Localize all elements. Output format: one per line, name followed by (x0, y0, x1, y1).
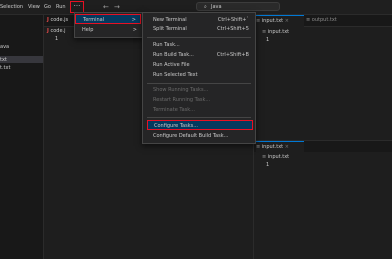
breadcrumb[interactable]: ≡ input.txt (262, 154, 289, 160)
menu-item-configure-tasks[interactable]: Configure Tasks... (147, 120, 253, 130)
text-file-icon: ≡ (256, 144, 261, 150)
menu-item-run-build-task[interactable]: Run Build Task... Ctrl+Shift+B (143, 50, 255, 60)
menu-shortcut: Ctrl+Shift+5 (217, 26, 249, 32)
menu-label: Restart Running Task... (153, 97, 211, 103)
explorer-item[interactable]: txt (0, 57, 7, 63)
menu-item-run-task[interactable]: Run Task... (143, 40, 255, 50)
tab-label: input.txt (261, 18, 284, 24)
menu-view[interactable]: View (28, 0, 40, 14)
text-file-icon: ≡ (256, 18, 261, 24)
close-icon[interactable]: × (285, 144, 289, 150)
menu-item-terminate-task: Terminate Task... (143, 105, 255, 115)
menu-item-split-terminal[interactable]: Split Terminal Ctrl+Shift+5 (143, 24, 255, 34)
text-file-icon: ≡ (262, 29, 267, 35)
tab-label: code.js (50, 17, 69, 23)
breadcrumb-label: input.txt (267, 29, 290, 35)
line-number: 1 (266, 162, 270, 168)
tab-label: output.txt (311, 17, 337, 23)
terminal-submenu: New Terminal Ctrl+Shift+` Split Terminal… (142, 12, 256, 144)
explorer-item[interactable]: t.txt (0, 65, 10, 71)
menu-label: Show Running Tasks... (153, 87, 209, 93)
line-number: 1 (55, 36, 59, 42)
chevron-right-icon: > (131, 17, 136, 23)
menu-label: Terminate Task... (153, 107, 195, 113)
menu-label: Help (82, 27, 94, 33)
tab-code-js[interactable]: J code.js (47, 15, 68, 26)
menu-item-show-running-tasks: Show Running Tasks... (143, 85, 255, 95)
menu-label: Configure Tasks... (154, 123, 198, 129)
tab-label: input.txt (261, 144, 284, 150)
explorer-sidebar (0, 15, 44, 259)
menu-label: Run Task... (153, 42, 180, 48)
command-center-search[interactable]: ⌕ Java (196, 2, 280, 11)
menu-label: Run Build Task... (153, 52, 194, 58)
text-file-icon: ≡ (262, 154, 267, 160)
search-text: Java (211, 4, 222, 10)
js-file-icon: J (47, 17, 49, 23)
file-row[interactable]: J code.j (47, 28, 66, 34)
line-number: 1 (266, 37, 270, 43)
tab-input-txt[interactable]: ≡ input.txt × (256, 15, 304, 27)
js-file-icon: J (47, 28, 49, 34)
menu-label: Split Terminal (153, 26, 187, 32)
menu-item-restart-running-task: Restart Running Task... (143, 95, 255, 105)
tab-output-txt[interactable]: ≡ output.txt (306, 15, 337, 26)
menu-label: Run Selected Text (153, 72, 198, 78)
menu-item-terminal[interactable]: Terminal > (75, 14, 141, 24)
explorer-item[interactable]: ava (0, 44, 9, 50)
menu-label: Run Active File (153, 62, 190, 68)
menu-selection[interactable]: Selection (0, 0, 23, 14)
close-icon[interactable]: × (285, 18, 289, 24)
breadcrumb-label: input.txt (267, 154, 290, 160)
menu-go[interactable]: Go (44, 0, 51, 14)
chevron-right-icon: > (132, 27, 137, 33)
breadcrumb[interactable]: ≡ input.txt (262, 29, 289, 35)
menu-item-help[interactable]: Help > (75, 25, 141, 35)
menu-separator (147, 83, 251, 84)
menu-separator (147, 117, 251, 118)
menu-item-configure-default-build-task[interactable]: Configure Default Build Task... (143, 131, 255, 141)
more-dropdown: Terminal > Help > (74, 12, 144, 38)
search-icon: ⌕ (204, 4, 207, 10)
menu-item-run-active-file[interactable]: Run Active File (143, 60, 255, 70)
text-file-icon: ≡ (306, 17, 311, 23)
tab-input-txt-bottom[interactable]: ≡ input.txt × (256, 141, 304, 153)
menu-shortcut: Ctrl+Shift+B (216, 52, 249, 58)
menu-run[interactable]: Run (56, 0, 66, 14)
menu-label: Terminal (83, 17, 105, 23)
menu-label: Configure Default Build Task... (153, 133, 229, 139)
menu-separator (147, 37, 251, 38)
menu-item-run-selected-text[interactable]: Run Selected Text (143, 70, 255, 80)
file-label: code.j (50, 28, 66, 34)
